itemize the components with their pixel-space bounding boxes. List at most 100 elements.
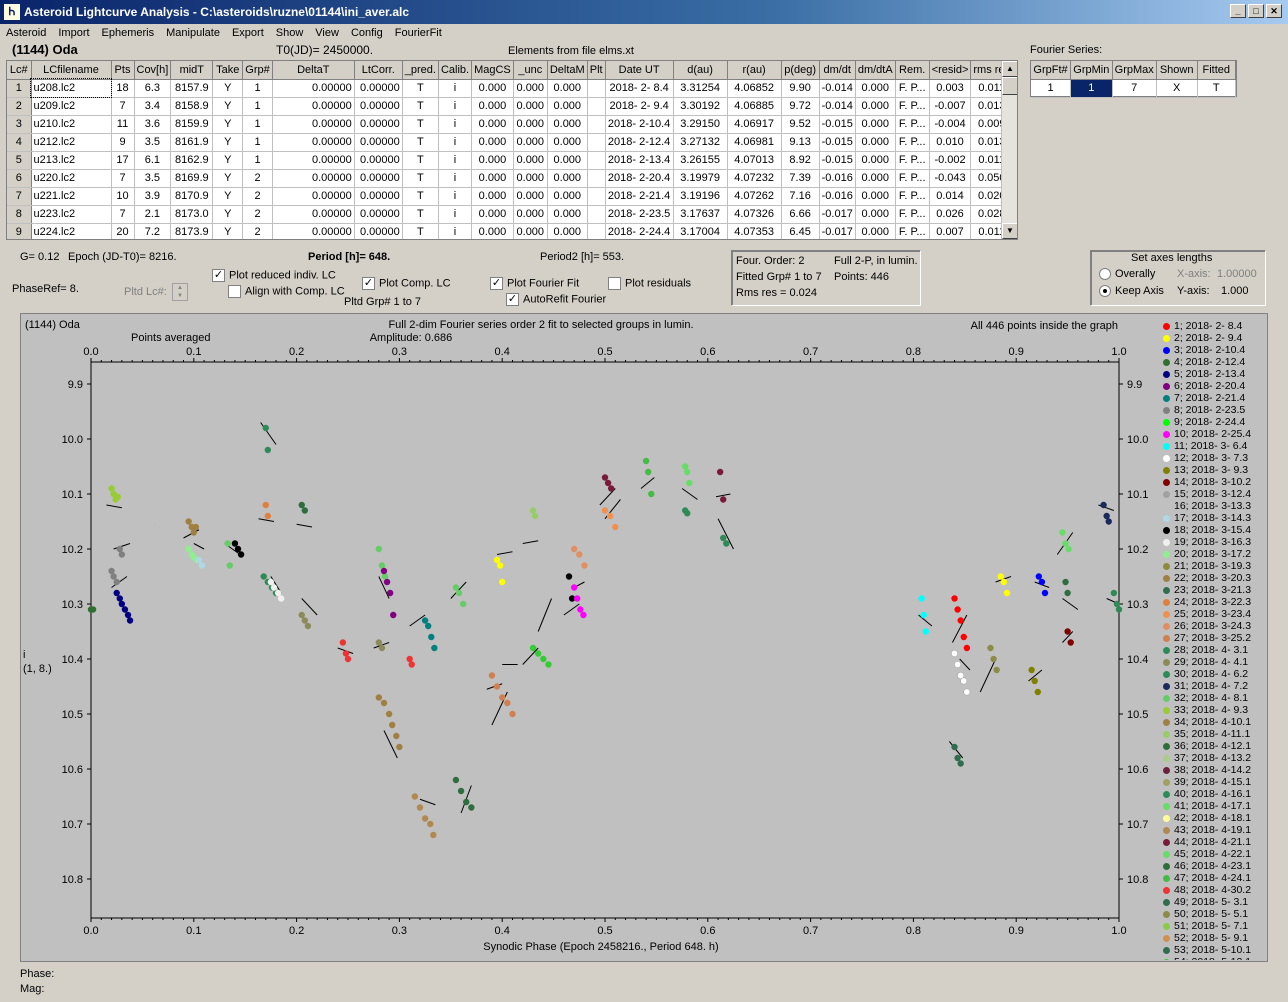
row-header[interactable]: 9: [7, 223, 32, 239]
keep-axis-radio[interactable]: Keep Axis: [1099, 285, 1164, 298]
table-cell[interactable]: 7.16: [781, 187, 820, 206]
table-cell[interactable]: -0.007: [929, 97, 972, 116]
table-cell[interactable]: 9.72: [781, 97, 820, 116]
table-cell[interactable]: Y: [212, 79, 244, 98]
table-cell[interactable]: 8170.9: [170, 187, 214, 206]
table-cell[interactable]: 0.007: [929, 223, 972, 239]
table-cell[interactable]: 7.39: [781, 169, 820, 188]
table-cell[interactable]: 18: [111, 79, 135, 98]
table-cell[interactable]: u220.lc2: [31, 169, 112, 188]
table-cell[interactable]: 0.00000: [354, 223, 403, 239]
column-header[interactable]: Lc#: [7, 61, 32, 80]
radio-keep-axis-icon[interactable]: [1099, 285, 1111, 298]
table-cell[interactable]: 8157.9: [170, 79, 214, 98]
menu-manipulate[interactable]: Manipulate: [160, 27, 226, 39]
fourier-column-header[interactable]: GrpMax: [1112, 61, 1157, 80]
plot-residuals-checkbox[interactable]: Plot residuals: [608, 277, 691, 290]
table-cell[interactable]: T: [402, 169, 439, 188]
table-cell[interactable]: 0.000: [855, 151, 896, 170]
table-cell[interactable]: 2018- 2-21.4: [605, 187, 674, 206]
table-row[interactable]: 5 u213.lc2 17 6.1 8162.9 Y 1 0.00000 0.00000 Ti 0.…: [7, 151, 1014, 170]
radio-overally-icon[interactable]: [1099, 268, 1111, 281]
table-cell[interactable]: 0.000: [513, 151, 548, 170]
fourier-series-table[interactable]: GrpFt# GrpMin GrpMax Shown Fitted 117XT: [1030, 60, 1237, 98]
table-cell[interactable]: 2: [242, 187, 273, 206]
table-cell[interactable]: i: [438, 79, 473, 98]
table-cell[interactable]: 9.90: [781, 79, 820, 98]
table-cell[interactable]: 7.2: [134, 223, 172, 239]
scroll-down-arrow-icon[interactable]: ▼: [1002, 223, 1017, 239]
fourier-cell[interactable]: 1: [1031, 79, 1072, 98]
chk-plot-fourier-box[interactable]: ✓: [490, 277, 503, 290]
table-cell[interactable]: T: [402, 205, 439, 224]
table-cell[interactable]: 2018- 2-12.4: [605, 133, 674, 152]
fourier-column-header[interactable]: Shown: [1156, 61, 1198, 80]
table-cell[interactable]: 6.3: [134, 79, 172, 98]
table-cell[interactable]: T: [402, 151, 439, 170]
table-cell[interactable]: 0.000: [855, 205, 896, 224]
fourier-column-header[interactable]: GrpMin: [1070, 61, 1113, 80]
table-cell[interactable]: u224.lc2: [31, 223, 112, 239]
table-cell[interactable]: 4.07326: [727, 205, 782, 224]
table-cell[interactable]: 0.00000: [354, 169, 403, 188]
table-row[interactable]: 2 u209.lc2 7 3.4 8158.9 Y 1 0.00000 0.00000 Ti 0.0…: [7, 97, 1014, 116]
column-header[interactable]: MagCS: [471, 61, 514, 80]
table-cell[interactable]: F. P...: [895, 133, 930, 152]
table-cell[interactable]: 2018- 2- 9.4: [605, 97, 674, 116]
table-cell[interactable]: F. P...: [895, 187, 930, 206]
table-cell[interactable]: -0.014: [819, 97, 856, 116]
column-header[interactable]: LCfilename: [31, 61, 112, 80]
table-row[interactable]: 1 u208.lc2 18 6.3 8157.9 Y 1 0.00000 0.00000 Ti 0.…: [7, 78, 1014, 98]
table-cell[interactable]: 0.000: [855, 187, 896, 206]
row-header[interactable]: 2: [7, 97, 32, 116]
table-cell[interactable]: Y: [212, 187, 244, 206]
table-cell[interactable]: T: [402, 223, 439, 239]
fourier-cell[interactable]: 1: [1070, 79, 1113, 98]
table-cell[interactable]: 0.000: [547, 151, 588, 170]
table-cell[interactable]: 3.17637: [673, 205, 728, 224]
table-cell[interactable]: 0.000: [471, 97, 514, 116]
table-cell[interactable]: Y: [212, 169, 244, 188]
table-row[interactable]: 9 u224.lc2 20 7.2 8173.9 Y 2 0.00000 0.00000 Ti 0.…: [7, 223, 1014, 239]
table-cell[interactable]: 3.19196: [673, 187, 728, 206]
table-cell[interactable]: 4.07013: [727, 151, 782, 170]
table-cell[interactable]: u223.lc2: [31, 205, 112, 224]
table-cell[interactable]: 0.000: [855, 97, 896, 116]
table-cell[interactable]: 2: [242, 223, 273, 239]
table-cell[interactable]: 4.07232: [727, 169, 782, 188]
table-cell[interactable]: 1: [242, 79, 273, 98]
table-cell[interactable]: [587, 169, 606, 188]
column-header[interactable]: dm/dtA: [855, 61, 896, 80]
table-cell[interactable]: -0.016: [819, 169, 856, 188]
table-row[interactable]: 4 u212.lc2 9 3.5 8161.9 Y 1 0.00000 0.00000 Ti 0.0…: [7, 133, 1014, 152]
row-header[interactable]: 6: [7, 169, 32, 188]
table-cell[interactable]: F. P...: [895, 205, 930, 224]
table-cell[interactable]: -0.015: [819, 133, 856, 152]
table-cell[interactable]: 0.000: [547, 187, 588, 206]
table-cell[interactable]: F. P...: [895, 115, 930, 134]
table-cell[interactable]: 3.17004: [673, 223, 728, 239]
table-cell[interactable]: 2018- 2-20.4: [605, 169, 674, 188]
chk-plot-residuals-box[interactable]: [608, 277, 621, 290]
table-cell[interactable]: 0.00000: [272, 223, 355, 239]
plot-fourier-checkbox[interactable]: ✓ Plot Fourier Fit: [490, 277, 579, 290]
table-cell[interactable]: 8.92: [781, 151, 820, 170]
menu-import[interactable]: Import: [52, 27, 95, 39]
row-header[interactable]: 1: [7, 79, 32, 98]
table-cell[interactable]: 0.00000: [272, 205, 355, 224]
table-cell[interactable]: -0.017: [819, 205, 856, 224]
table-cell[interactable]: 0.000: [471, 187, 514, 206]
menu-show[interactable]: Show: [270, 27, 310, 39]
table-cell[interactable]: 0.010: [929, 133, 972, 152]
row-header[interactable]: 4: [7, 133, 32, 152]
autorefit-checkbox[interactable]: ✓ AutoRefit Fourier: [506, 293, 606, 306]
column-header[interactable]: r(au): [727, 61, 782, 80]
table-cell[interactable]: 2.1: [134, 205, 172, 224]
table-cell[interactable]: [587, 97, 606, 116]
menu-config[interactable]: Config: [345, 27, 389, 39]
table-cell[interactable]: T: [402, 79, 439, 98]
table-cell[interactable]: u210.lc2: [31, 115, 112, 134]
table-cell[interactable]: 0.000: [471, 205, 514, 224]
table-cell[interactable]: 0.000: [547, 223, 588, 239]
table-cell[interactable]: 0.000: [513, 97, 548, 116]
